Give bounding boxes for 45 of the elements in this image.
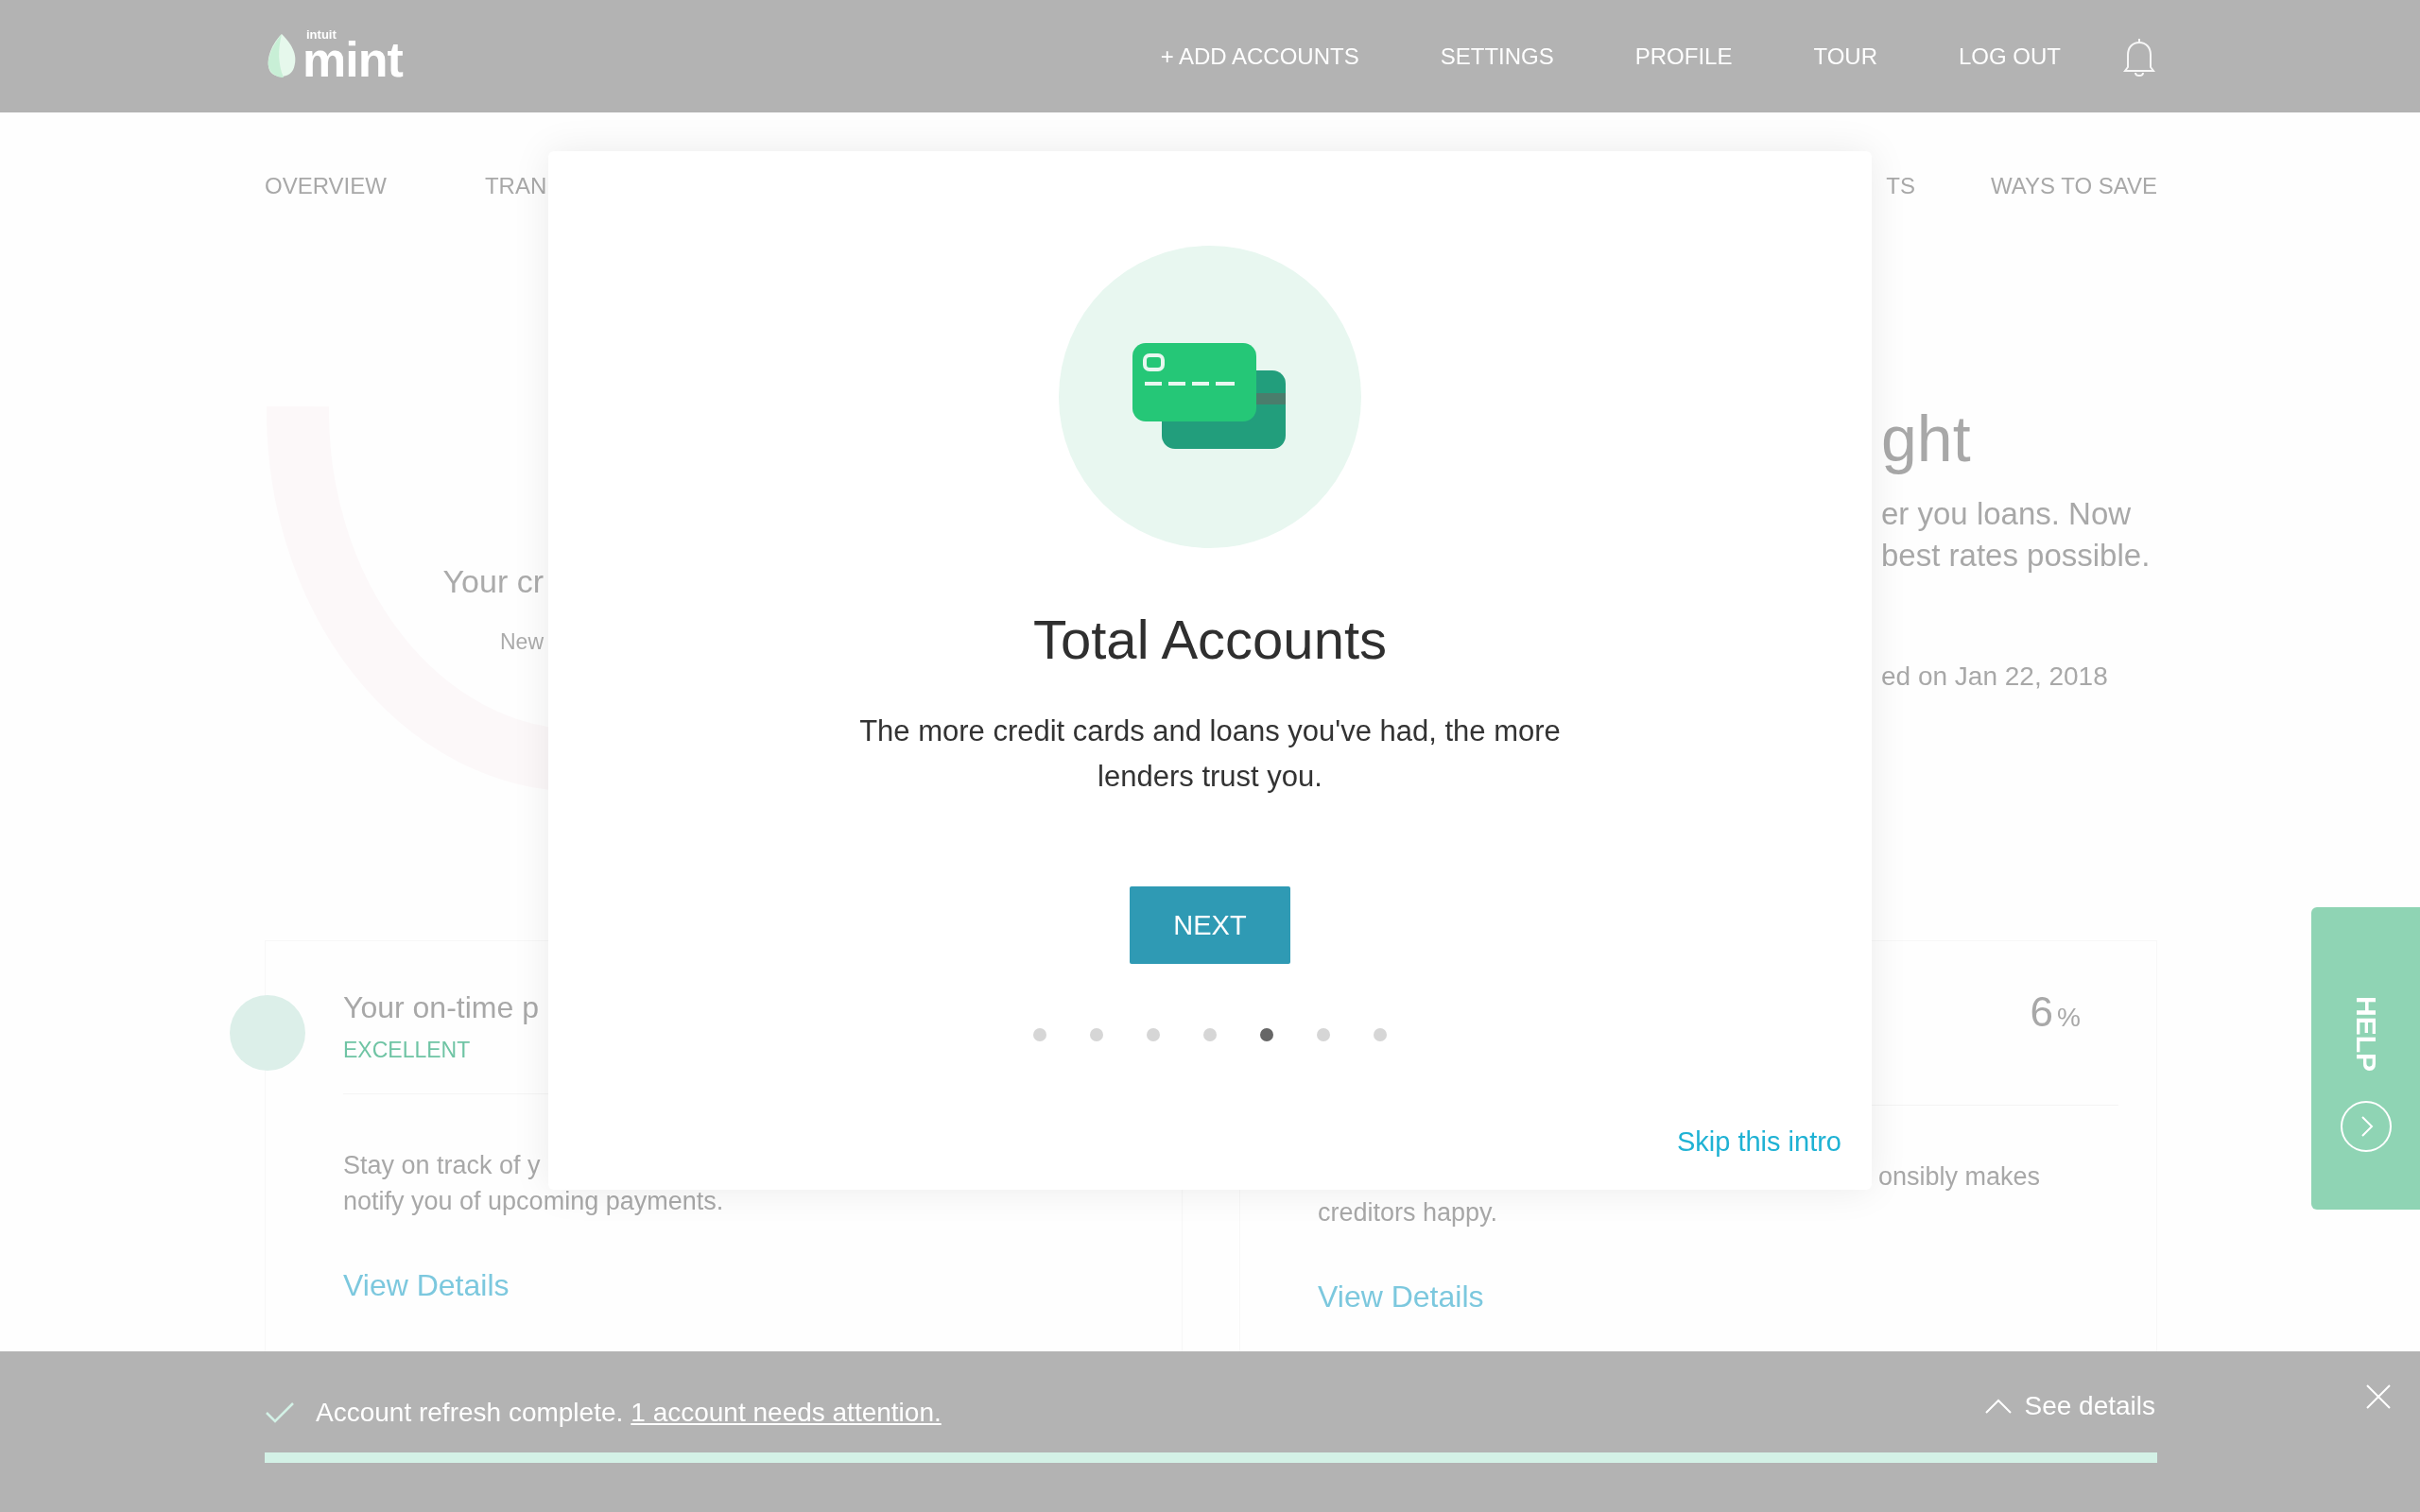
- card-title: Your on-time p: [343, 989, 539, 1026]
- insight-title: ght: [1881, 402, 1971, 476]
- step-dot[interactable]: [1090, 1028, 1103, 1041]
- next-button[interactable]: NEXT: [1130, 886, 1290, 964]
- insight-text: er you loans. Now: [1881, 495, 2132, 533]
- card-text: onsibly makes: [1878, 1161, 2041, 1193]
- updated-date: ed on Jan 22, 2018: [1881, 662, 2108, 692]
- credit-cards-icon: [1132, 343, 1288, 451]
- skip-link[interactable]: Skip this intro: [1676, 1126, 1841, 1158]
- card-text: notify you of upcoming payments.: [343, 1186, 724, 1217]
- chevron-circle-icon: [2339, 1100, 2393, 1153]
- score-caption: Your cr: [441, 562, 544, 601]
- nav-link[interactable]: + ADD ACCOUNTS: [1160, 43, 1359, 70]
- step-dot[interactable]: [1260, 1028, 1273, 1041]
- attention-link[interactable]: 1 account needs attention.: [631, 1398, 942, 1428]
- card-text: creditors happy.: [1318, 1197, 1498, 1228]
- checkmark-icon: [265, 1401, 295, 1424]
- help-tab[interactable]: HELP: [2311, 907, 2420, 1210]
- view-details-link[interactable]: View Details: [1318, 1280, 1484, 1314]
- step-dot[interactable]: [1374, 1028, 1387, 1041]
- notification-message: Account refresh complete.: [316, 1398, 624, 1428]
- step-dot[interactable]: [1203, 1028, 1217, 1041]
- step-dot[interactable]: [1147, 1028, 1160, 1041]
- tab-link[interactable]: TRAN: [484, 172, 547, 199]
- tab-link[interactable]: WAYS TO SAVE: [1990, 172, 2157, 199]
- stat-value: 6: [2030, 988, 2054, 1036]
- insight-text: best rates possible.: [1881, 537, 2151, 575]
- see-details-link[interactable]: See details: [1984, 1391, 2155, 1421]
- modal-description: The more credit cards and loans you've had, the more lenders trust you.: [858, 713, 1562, 795]
- score-note: New: [499, 629, 544, 655]
- view-details-link[interactable]: View Details: [343, 1268, 510, 1303]
- nav-link[interactable]: SETTINGS: [1440, 43, 1554, 70]
- step-dot[interactable]: [1317, 1028, 1330, 1041]
- close-icon[interactable]: [2365, 1383, 2392, 1410]
- nav-link[interactable]: TOUR: [1813, 43, 1877, 70]
- tab-link[interactable]: OVERVIEW: [265, 172, 387, 199]
- nav-link[interactable]: PROFILE: [1634, 43, 1733, 70]
- rating-label: EXCELLENT: [343, 1038, 471, 1063]
- nav-link[interactable]: LOG OUT: [1959, 43, 2061, 70]
- tab-link[interactable]: TS: [1886, 172, 1915, 199]
- step-dot[interactable]: [1033, 1028, 1046, 1041]
- caret-up-icon: [1984, 1398, 2014, 1415]
- modal-title: Total Accounts: [1033, 608, 1387, 672]
- stat-unit: %: [2057, 1003, 2081, 1033]
- card-text: Stay on track of y: [343, 1150, 541, 1181]
